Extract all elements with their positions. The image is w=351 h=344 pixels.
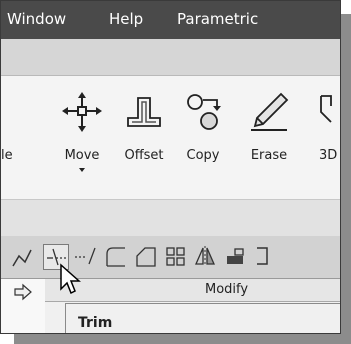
explode-icon xyxy=(257,247,268,265)
mirror-button[interactable] xyxy=(193,244,219,270)
move-icon xyxy=(62,92,102,132)
3d-icon xyxy=(320,95,332,123)
trim-tooltip: Trim xyxy=(65,303,340,333)
erase-button[interactable]: Erase xyxy=(239,76,299,199)
stretch-button[interactable] xyxy=(223,244,249,270)
erase-label: Erase xyxy=(250,148,288,163)
autocad-window: Window Help Parametric le Move Offset Co… xyxy=(0,0,341,334)
explode-button[interactable] xyxy=(253,244,279,270)
array-button[interactable] xyxy=(163,244,189,270)
modify-small-tools-row xyxy=(1,236,340,279)
menu-bar: Window Help Parametric xyxy=(1,1,340,39)
chamfer-button[interactable] xyxy=(133,244,159,270)
mirror-icon xyxy=(195,246,215,266)
menu-help[interactable]: Help xyxy=(109,10,143,28)
move-button[interactable]: Move xyxy=(51,76,113,199)
menu-parametric[interactable]: Parametric xyxy=(177,10,258,28)
left-panel-edge xyxy=(1,279,45,333)
fillet-icon xyxy=(106,247,125,267)
erase-icon xyxy=(251,92,289,131)
offset-label: Offset xyxy=(124,148,164,163)
modify-panel-title: Modify xyxy=(205,282,249,297)
panel-pin-icon[interactable] xyxy=(13,283,37,301)
ribbon-lower-area xyxy=(1,199,340,237)
mouse-cursor-icon xyxy=(60,263,81,295)
copy-label: Copy xyxy=(186,148,220,163)
chamfer-icon xyxy=(136,247,156,267)
modify-panel: le Move Offset Copy Erase 3D xyxy=(1,76,340,199)
previous-panel-label-fragment: le xyxy=(1,148,13,163)
3d-button[interactable]: 3D xyxy=(307,76,340,199)
offset-button[interactable]: Offset xyxy=(113,76,175,199)
copy-button[interactable]: Copy xyxy=(175,76,231,199)
copy-icon xyxy=(187,94,221,130)
chevron-down-icon[interactable] xyxy=(79,168,85,173)
fillet-button[interactable] xyxy=(103,244,129,270)
offset-icon xyxy=(127,97,161,127)
ribbon-tab-strip xyxy=(1,39,340,76)
3d-label: 3D xyxy=(319,148,338,163)
array-icon xyxy=(166,247,185,266)
tooltip-title: Trim xyxy=(78,315,113,331)
stretch-icon xyxy=(227,248,244,264)
menu-window[interactable]: Window xyxy=(7,10,66,28)
move-label: Move xyxy=(64,148,100,163)
modify-panel-title-bar[interactable]: Modify xyxy=(45,279,340,302)
polyline-icon[interactable] xyxy=(11,248,33,268)
